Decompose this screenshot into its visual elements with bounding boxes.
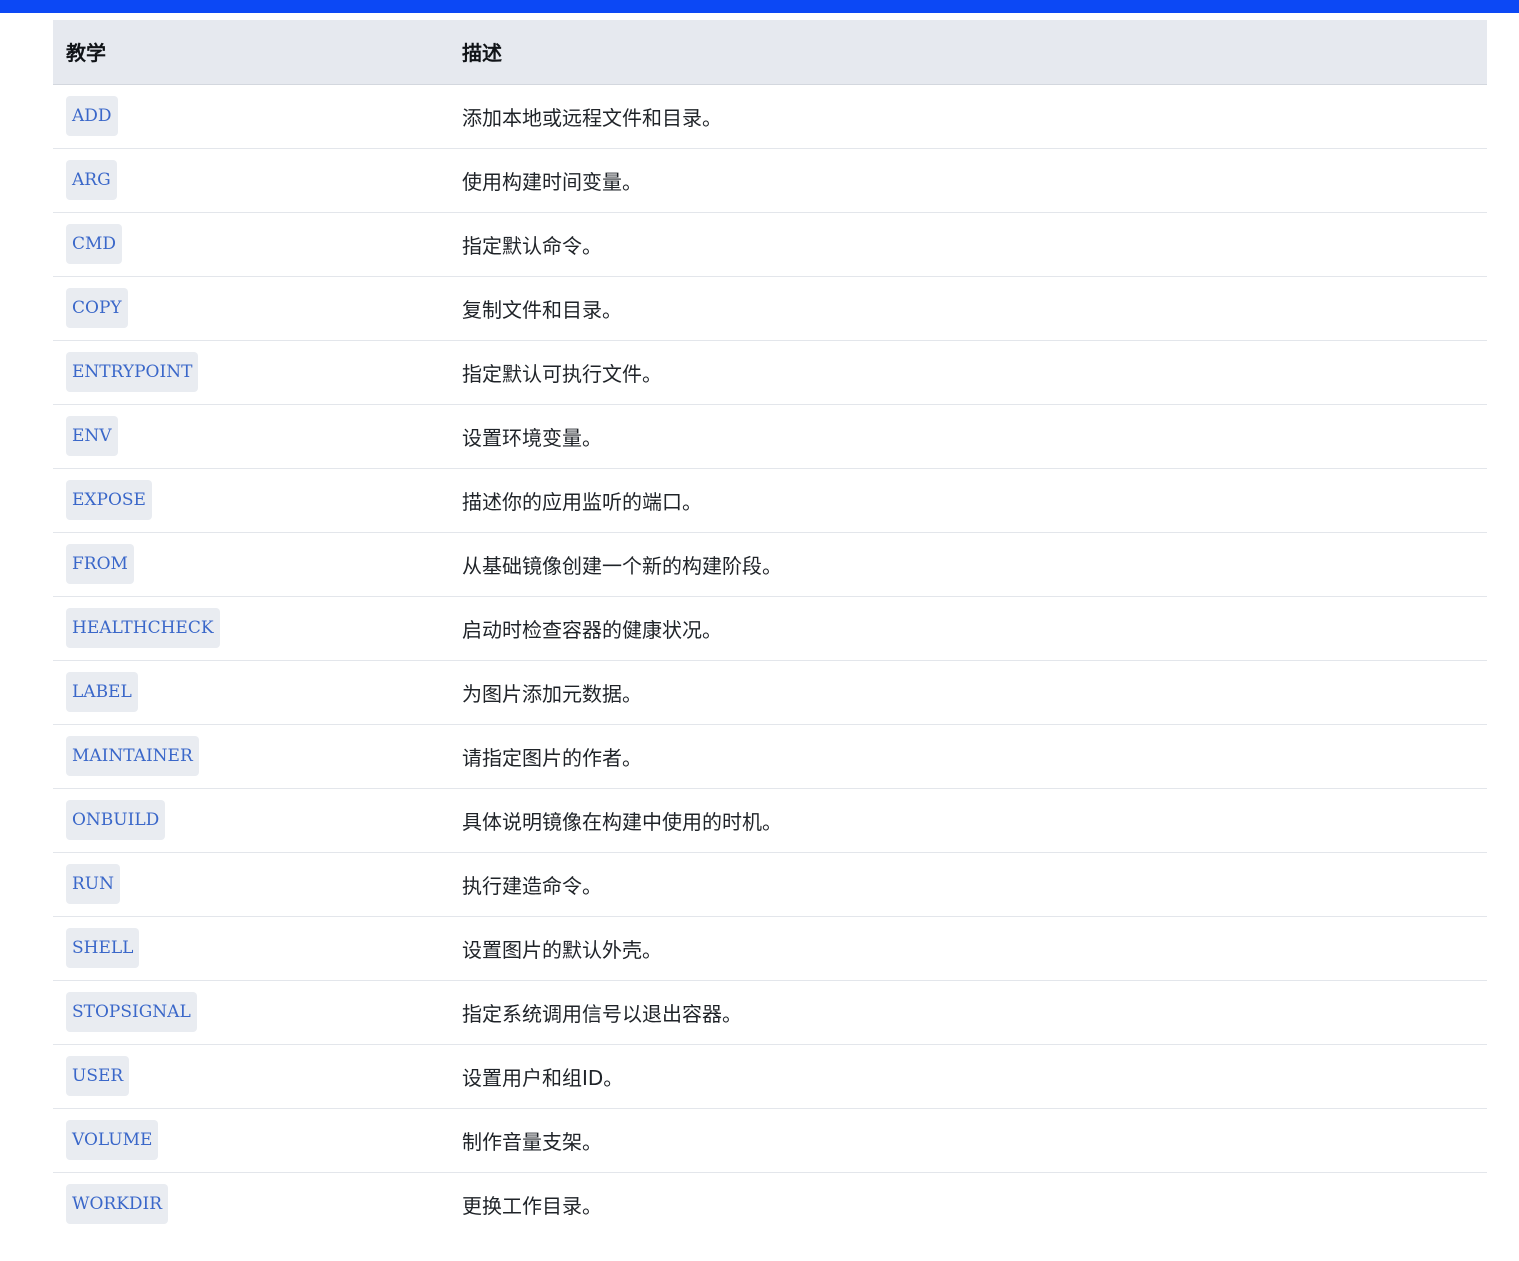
instruction-description: 指定系统调用信号以退出容器。 xyxy=(462,1001,742,1026)
instruction-description: 执行建造命令。 xyxy=(462,873,602,898)
table-row: USER 设置用户和组ID。 xyxy=(53,1044,1487,1108)
instructions-table: 教学 描述 ADD 添加本地或远程文件和目录。 ARG 使用构建时间变量。 CMD 指… xyxy=(53,20,1487,1236)
table-row: SHELL 设置图片的默认外壳。 xyxy=(53,916,1487,980)
instruction-code: RUN xyxy=(66,864,121,904)
instruction-description: 更换工作目录。 xyxy=(462,1193,602,1218)
instruction-description: 设置环境变量。 xyxy=(462,425,602,450)
instruction-code: ADD xyxy=(66,96,118,136)
table-row: ENV 设置环境变量。 xyxy=(53,404,1487,468)
instruction-description: 使用构建时间变量。 xyxy=(462,169,642,194)
instruction-code: ENTRYPOINT xyxy=(66,352,199,392)
instruction-code: SHELL xyxy=(66,928,140,968)
table-row: ONBUILD 具体说明镜像在构建中使用的时机。 xyxy=(53,788,1487,852)
instruction-code: CMD xyxy=(66,224,123,264)
table-row: ARG 使用构建时间变量。 xyxy=(53,148,1487,212)
table-header: 教学 描述 xyxy=(53,20,1487,85)
column-header-description: 描述 xyxy=(449,20,1487,85)
table-row: EXPOSE 描述你的应用监听的端口。 xyxy=(53,468,1487,532)
table-row: MAINTAINER 请指定图片的作者。 xyxy=(53,724,1487,788)
instruction-code: EXPOSE xyxy=(66,480,152,520)
instruction-code: WORKDIR xyxy=(66,1184,169,1225)
instruction-code: COPY xyxy=(66,288,128,328)
instruction-description: 复制文件和目录。 xyxy=(462,297,622,322)
instruction-code: MAINTAINER xyxy=(66,736,199,776)
table-row: HEALTHCHECK 启动时检查容器的健康状况。 xyxy=(53,596,1487,660)
table-row: STOPSIGNAL 指定系统调用信号以退出容器。 xyxy=(53,980,1487,1044)
instruction-description: 从基础镜像创建一个新的构建阶段。 xyxy=(462,553,782,578)
instruction-description: 制作音量支架。 xyxy=(462,1129,602,1154)
instructions-table-container: 教学 描述 ADD 添加本地或远程文件和目录。 ARG 使用构建时间变量。 CMD 指… xyxy=(53,20,1487,1236)
instruction-description: 描述你的应用监听的端口。 xyxy=(462,489,702,514)
instruction-description: 为图片添加元数据。 xyxy=(462,681,642,706)
table-header-row: 教学 描述 xyxy=(53,20,1487,85)
instruction-code: LABEL xyxy=(66,672,138,712)
table-row: ENTRYPOINT 指定默认可执行文件。 xyxy=(53,340,1487,404)
instruction-description: 请指定图片的作者。 xyxy=(462,745,642,770)
instruction-code: FROM xyxy=(66,544,134,584)
table-row: FROM 从基础镜像创建一个新的构建阶段。 xyxy=(53,532,1487,596)
instruction-code: ENV xyxy=(66,416,118,456)
instruction-description: 添加本地或远程文件和目录。 xyxy=(462,105,722,130)
instruction-code: VOLUME xyxy=(66,1120,159,1160)
table-row: WORKDIR 更换工作目录。 xyxy=(53,1172,1487,1236)
instruction-description: 指定默认可执行文件。 xyxy=(462,361,662,386)
instruction-description: 设置用户和组ID。 xyxy=(462,1065,624,1090)
table-row: LABEL 为图片添加元数据。 xyxy=(53,660,1487,724)
instruction-code: ARG xyxy=(66,160,117,200)
table-row: RUN 执行建造命令。 xyxy=(53,852,1487,916)
column-header-instruction: 教学 xyxy=(53,20,449,85)
instruction-description: 具体说明镜像在构建中使用的时机。 xyxy=(462,809,782,834)
table-row: CMD 指定默认命令。 xyxy=(53,212,1487,276)
table-row: COPY 复制文件和目录。 xyxy=(53,276,1487,340)
instruction-code: USER xyxy=(66,1056,130,1096)
instruction-description: 指定默认命令。 xyxy=(462,233,602,258)
instruction-code: ONBUILD xyxy=(66,800,166,840)
table-row: ADD 添加本地或远程文件和目录。 xyxy=(53,84,1487,148)
instruction-description: 设置图片的默认外壳。 xyxy=(462,937,662,962)
instruction-code: STOPSIGNAL xyxy=(66,992,197,1032)
instruction-code: HEALTHCHECK xyxy=(66,608,220,648)
table-row: VOLUME 制作音量支架。 xyxy=(53,1108,1487,1172)
instruction-description: 启动时检查容器的健康状况。 xyxy=(462,617,722,642)
top-accent-bar xyxy=(0,0,1519,13)
table-body: ADD 添加本地或远程文件和目录。 ARG 使用构建时间变量。 CMD 指定默认命令。… xyxy=(53,84,1487,1236)
